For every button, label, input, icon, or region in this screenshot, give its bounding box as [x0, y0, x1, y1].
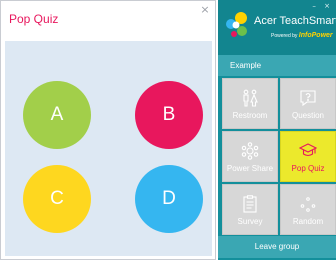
question-icon — [300, 90, 316, 107]
section-title: Example — [218, 55, 336, 76]
tile-label: Power Share — [226, 164, 274, 173]
tile-label: Restroom — [232, 111, 268, 120]
option-a-button[interactable]: A — [23, 81, 91, 149]
powered-by-label: Powered by — [271, 33, 298, 39]
leave-group-button[interactable]: Leave group — [218, 236, 336, 258]
graduation-cap-icon — [299, 143, 317, 157]
tile-label: Question — [291, 111, 325, 120]
teachsmart-panel: Acer TeachSmart Powered by InfoPower – ×… — [218, 0, 336, 260]
restroom-icon — [243, 89, 258, 107]
option-b-button[interactable]: B — [135, 81, 203, 149]
tile-survey[interactable]: Survey — [222, 184, 278, 235]
option-c-button[interactable]: C — [23, 165, 91, 233]
random-icon — [300, 197, 316, 212]
tool-grid: Restroom Question Power Share Pop Quiz S… — [222, 78, 336, 235]
quiz-options-area: A B C D — [5, 41, 212, 256]
acer-logo-icon — [226, 12, 247, 37]
tile-question[interactable]: Question — [280, 78, 336, 129]
tile-label: Random — [292, 217, 324, 226]
tile-power-share[interactable]: Power Share — [222, 131, 278, 182]
tile-label: Survey — [237, 217, 263, 226]
brand-title: Acer TeachSmart — [254, 15, 336, 27]
power-share-icon — [241, 142, 259, 160]
survey-icon — [243, 195, 257, 213]
pop-quiz-titlebar: Pop Quiz × — [1, 1, 215, 41]
option-d-button[interactable]: D — [135, 165, 203, 233]
close-icon[interactable]: × — [199, 4, 211, 16]
tile-label: Pop Quiz — [291, 164, 325, 173]
tile-random[interactable]: Random — [280, 184, 336, 235]
tile-restroom[interactable]: Restroom — [222, 78, 278, 129]
powered-by-brand: InfoPower — [298, 32, 333, 39]
powered-by-text: Powered by InfoPower — [271, 32, 333, 40]
pop-quiz-window: Pop Quiz × A B C D — [0, 0, 216, 260]
panel-header: Acer TeachSmart Powered by InfoPower – × — [218, 0, 336, 55]
pop-quiz-title: Pop Quiz — [9, 12, 59, 26]
window-controls[interactable]: – × — [312, 2, 333, 10]
tile-pop-quiz[interactable]: Pop Quiz — [280, 131, 336, 182]
